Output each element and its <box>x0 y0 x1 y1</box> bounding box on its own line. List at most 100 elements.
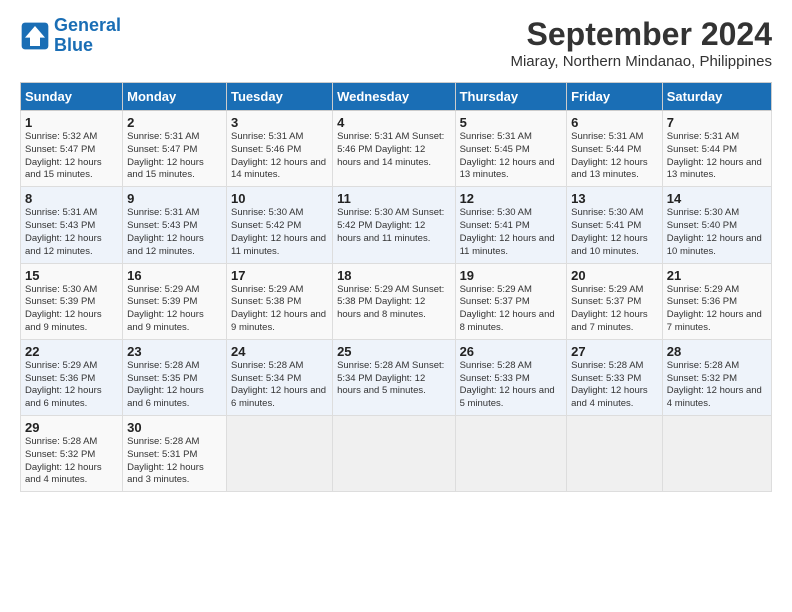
day-detail: Sunrise: 5:29 AM Sunset: 5:36 PM Dayligh… <box>25 360 118 411</box>
day-detail: Sunrise: 5:30 AM Sunset: 5:39 PM Dayligh… <box>25 284 118 335</box>
day-number: 6 <box>571 115 658 130</box>
table-cell: 17Sunrise: 5:29 AM Sunset: 5:38 PM Dayli… <box>227 263 333 339</box>
logo-text: General Blue <box>54 16 121 56</box>
table-cell: 3Sunrise: 5:31 AM Sunset: 5:46 PM Daylig… <box>227 111 333 187</box>
table-cell: 28Sunrise: 5:28 AM Sunset: 5:32 PM Dayli… <box>662 339 771 415</box>
calendar-week-row: 1Sunrise: 5:32 AM Sunset: 5:47 PM Daylig… <box>21 111 772 187</box>
day-number: 19 <box>460 268 563 283</box>
table-cell: 15Sunrise: 5:30 AM Sunset: 5:39 PM Dayli… <box>21 263 123 339</box>
day-number: 17 <box>231 268 328 283</box>
day-number: 3 <box>231 115 328 130</box>
day-number: 2 <box>127 115 222 130</box>
day-detail: Sunrise: 5:28 AM Sunset: 5:32 PM Dayligh… <box>667 360 767 411</box>
table-cell: 1Sunrise: 5:32 AM Sunset: 5:47 PM Daylig… <box>21 111 123 187</box>
table-cell: 12Sunrise: 5:30 AM Sunset: 5:41 PM Dayli… <box>455 187 567 263</box>
logo-line1: General <box>54 15 121 35</box>
day-detail: Sunrise: 5:31 AM Sunset: 5:43 PM Dayligh… <box>127 207 222 258</box>
table-cell: 10Sunrise: 5:30 AM Sunset: 5:42 PM Dayli… <box>227 187 333 263</box>
table-cell: 29Sunrise: 5:28 AM Sunset: 5:32 PM Dayli… <box>21 416 123 492</box>
calendar-week-row: 29Sunrise: 5:28 AM Sunset: 5:32 PM Dayli… <box>21 416 772 492</box>
day-detail: Sunrise: 5:30 AM Sunset: 5:41 PM Dayligh… <box>571 207 658 258</box>
table-cell: 19Sunrise: 5:29 AM Sunset: 5:37 PM Dayli… <box>455 263 567 339</box>
col-wednesday: Wednesday <box>333 83 456 111</box>
header: General Blue September 2024 Miaray, Nort… <box>20 16 772 70</box>
day-detail: Sunrise: 5:28 AM Sunset: 5:34 PM Dayligh… <box>231 360 328 411</box>
table-cell: 23Sunrise: 5:28 AM Sunset: 5:35 PM Dayli… <box>123 339 227 415</box>
day-number: 25 <box>337 344 451 359</box>
day-number: 16 <box>127 268 222 283</box>
day-number: 21 <box>667 268 767 283</box>
calendar-table: Sunday Monday Tuesday Wednesday Thursday… <box>20 82 772 492</box>
day-number: 20 <box>571 268 658 283</box>
month-title: September 2024 <box>510 16 772 53</box>
col-saturday: Saturday <box>662 83 771 111</box>
table-cell: 26Sunrise: 5:28 AM Sunset: 5:33 PM Dayli… <box>455 339 567 415</box>
day-detail: Sunrise: 5:29 AM Sunset: 5:39 PM Dayligh… <box>127 284 222 335</box>
day-detail: Sunrise: 5:28 AM Sunset: 5:35 PM Dayligh… <box>127 360 222 411</box>
table-cell: 9Sunrise: 5:31 AM Sunset: 5:43 PM Daylig… <box>123 187 227 263</box>
col-tuesday: Tuesday <box>227 83 333 111</box>
col-friday: Friday <box>567 83 663 111</box>
table-cell: 11Sunrise: 5:30 AM Sunset: 5:42 PM Dayli… <box>333 187 456 263</box>
day-number: 29 <box>25 420 118 435</box>
table-cell: 21Sunrise: 5:29 AM Sunset: 5:36 PM Dayli… <box>662 263 771 339</box>
table-cell: 13Sunrise: 5:30 AM Sunset: 5:41 PM Dayli… <box>567 187 663 263</box>
table-cell: 4Sunrise: 5:31 AM Sunset: 5:46 PM Daylig… <box>333 111 456 187</box>
day-detail: Sunrise: 5:28 AM Sunset: 5:33 PM Dayligh… <box>460 360 563 411</box>
table-cell <box>567 416 663 492</box>
logo: General Blue <box>20 16 121 56</box>
logo-line2: Blue <box>54 35 93 55</box>
day-detail: Sunrise: 5:32 AM Sunset: 5:47 PM Dayligh… <box>25 131 118 182</box>
table-cell: 22Sunrise: 5:29 AM Sunset: 5:36 PM Dayli… <box>21 339 123 415</box>
calendar-week-row: 22Sunrise: 5:29 AM Sunset: 5:36 PM Dayli… <box>21 339 772 415</box>
day-number: 8 <box>25 191 118 206</box>
title-area: September 2024 Miaray, Northern Mindanao… <box>510 16 772 70</box>
location-title: Miaray, Northern Mindanao, Philippines <box>510 53 772 70</box>
day-number: 13 <box>571 191 658 206</box>
day-detail: Sunrise: 5:29 AM Sunset: 5:36 PM Dayligh… <box>667 284 767 335</box>
day-number: 11 <box>337 191 451 206</box>
table-cell <box>333 416 456 492</box>
table-cell: 8Sunrise: 5:31 AM Sunset: 5:43 PM Daylig… <box>21 187 123 263</box>
day-number: 26 <box>460 344 563 359</box>
table-cell: 16Sunrise: 5:29 AM Sunset: 5:39 PM Dayli… <box>123 263 227 339</box>
day-detail: Sunrise: 5:31 AM Sunset: 5:47 PM Dayligh… <box>127 131 222 182</box>
day-detail: Sunrise: 5:29 AM Sunset: 5:37 PM Dayligh… <box>571 284 658 335</box>
day-number: 1 <box>25 115 118 130</box>
table-cell: 30Sunrise: 5:28 AM Sunset: 5:31 PM Dayli… <box>123 416 227 492</box>
table-cell: 25Sunrise: 5:28 AM Sunset: 5:34 PM Dayli… <box>333 339 456 415</box>
table-cell: 5Sunrise: 5:31 AM Sunset: 5:45 PM Daylig… <box>455 111 567 187</box>
day-number: 23 <box>127 344 222 359</box>
calendar-week-row: 8Sunrise: 5:31 AM Sunset: 5:43 PM Daylig… <box>21 187 772 263</box>
day-number: 15 <box>25 268 118 283</box>
day-number: 30 <box>127 420 222 435</box>
day-detail: Sunrise: 5:31 AM Sunset: 5:43 PM Dayligh… <box>25 207 118 258</box>
day-detail: Sunrise: 5:31 AM Sunset: 5:46 PM Dayligh… <box>337 131 451 169</box>
day-number: 27 <box>571 344 658 359</box>
day-detail: Sunrise: 5:30 AM Sunset: 5:42 PM Dayligh… <box>337 207 451 245</box>
day-number: 10 <box>231 191 328 206</box>
day-detail: Sunrise: 5:28 AM Sunset: 5:34 PM Dayligh… <box>337 360 451 398</box>
day-number: 18 <box>337 268 451 283</box>
day-detail: Sunrise: 5:29 AM Sunset: 5:38 PM Dayligh… <box>231 284 328 335</box>
table-cell: 14Sunrise: 5:30 AM Sunset: 5:40 PM Dayli… <box>662 187 771 263</box>
day-number: 12 <box>460 191 563 206</box>
table-cell <box>662 416 771 492</box>
col-sunday: Sunday <box>21 83 123 111</box>
table-cell <box>455 416 567 492</box>
header-row: Sunday Monday Tuesday Wednesday Thursday… <box>21 83 772 111</box>
day-number: 4 <box>337 115 451 130</box>
logo-icon <box>20 21 50 51</box>
day-number: 5 <box>460 115 563 130</box>
table-cell: 2Sunrise: 5:31 AM Sunset: 5:47 PM Daylig… <box>123 111 227 187</box>
table-cell: 18Sunrise: 5:29 AM Sunset: 5:38 PM Dayli… <box>333 263 456 339</box>
day-detail: Sunrise: 5:31 AM Sunset: 5:44 PM Dayligh… <box>571 131 658 182</box>
calendar-week-row: 15Sunrise: 5:30 AM Sunset: 5:39 PM Dayli… <box>21 263 772 339</box>
table-cell: 20Sunrise: 5:29 AM Sunset: 5:37 PM Dayli… <box>567 263 663 339</box>
col-monday: Monday <box>123 83 227 111</box>
table-cell: 24Sunrise: 5:28 AM Sunset: 5:34 PM Dayli… <box>227 339 333 415</box>
day-detail: Sunrise: 5:28 AM Sunset: 5:32 PM Dayligh… <box>25 436 118 487</box>
day-detail: Sunrise: 5:28 AM Sunset: 5:31 PM Dayligh… <box>127 436 222 487</box>
table-cell: 6Sunrise: 5:31 AM Sunset: 5:44 PM Daylig… <box>567 111 663 187</box>
table-cell <box>227 416 333 492</box>
